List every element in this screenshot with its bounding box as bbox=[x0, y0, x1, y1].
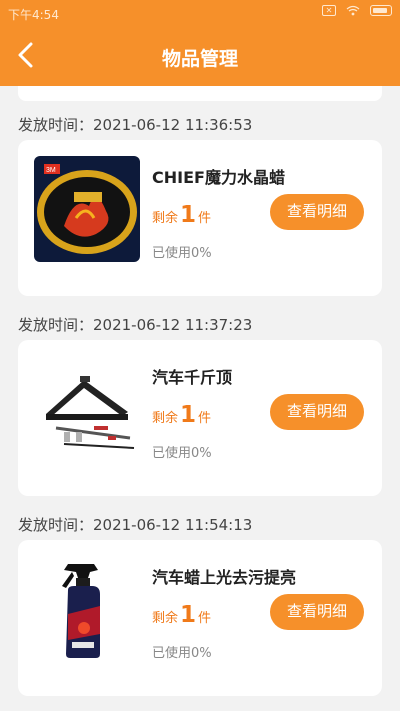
status-time: 下午4:54 bbox=[8, 8, 59, 22]
car-jack-image bbox=[34, 356, 140, 462]
remaining-number: 1 bbox=[180, 402, 197, 428]
item-card: 汽车千斤顶 剩余 1 件 已使用0% 查看明细 bbox=[18, 340, 382, 496]
item-card: 汽车蜡上光去污提亮 剩余 1 件 已使用0% 查看明细 bbox=[18, 540, 382, 696]
remaining-count: 剩余 1 件 bbox=[152, 202, 211, 228]
remaining-label: 剩余 bbox=[152, 611, 179, 626]
view-details-button[interactable]: 查看明细 bbox=[270, 594, 364, 630]
used-percent: 已使用0% bbox=[152, 446, 212, 461]
remaining-label: 剩余 bbox=[152, 411, 179, 426]
remaining-label: 剩余 bbox=[152, 211, 179, 226]
remaining-count: 剩余 1 件 bbox=[152, 602, 211, 628]
spray-bottle-image bbox=[34, 556, 140, 662]
remaining-count: 剩余 1 件 bbox=[152, 402, 211, 428]
remaining-unit: 件 bbox=[198, 611, 212, 626]
svg-text:3M: 3M bbox=[46, 167, 56, 174]
notification-box-icon: ✕ bbox=[322, 5, 336, 16]
battery-icon bbox=[370, 5, 392, 16]
item-name: 汽车千斤顶 bbox=[152, 368, 233, 387]
item-name: CHIEF魔力水晶蜡 bbox=[152, 168, 285, 187]
status-bar: 下午4:54 ✕ bbox=[0, 0, 400, 26]
used-percent: 已使用0% bbox=[152, 646, 212, 661]
remaining-number: 1 bbox=[180, 602, 197, 628]
remaining-unit: 件 bbox=[198, 411, 212, 426]
wifi-icon bbox=[346, 5, 360, 16]
issue-time: 发放时间：2021-06-12 11:54:13 bbox=[18, 516, 253, 534]
issue-time: 发放时间：2021-06-12 11:37:23 bbox=[18, 316, 253, 334]
item-card: 3M CHIEF魔力水晶蜡 剩余 1 件 已使用0% 查看明细 bbox=[18, 140, 382, 296]
page-title: 物品管理 bbox=[161, 48, 238, 70]
view-details-button[interactable]: 查看明细 bbox=[270, 394, 364, 430]
wax-tin-image: 3M bbox=[34, 156, 140, 262]
used-percent: 已使用0% bbox=[152, 246, 212, 261]
app-header: 下午4:54 ✕ 物品管理 bbox=[0, 0, 400, 86]
view-details-button[interactable]: 查看明细 bbox=[270, 194, 364, 230]
item-name: 汽车蜡上光去污提亮 bbox=[152, 568, 297, 587]
previous-card-edge bbox=[18, 86, 382, 101]
status-icons: ✕ bbox=[322, 5, 392, 16]
remaining-number: 1 bbox=[180, 202, 197, 228]
issue-time: 发放时间：2021-06-12 11:36:53 bbox=[18, 116, 253, 134]
remaining-unit: 件 bbox=[198, 211, 212, 226]
